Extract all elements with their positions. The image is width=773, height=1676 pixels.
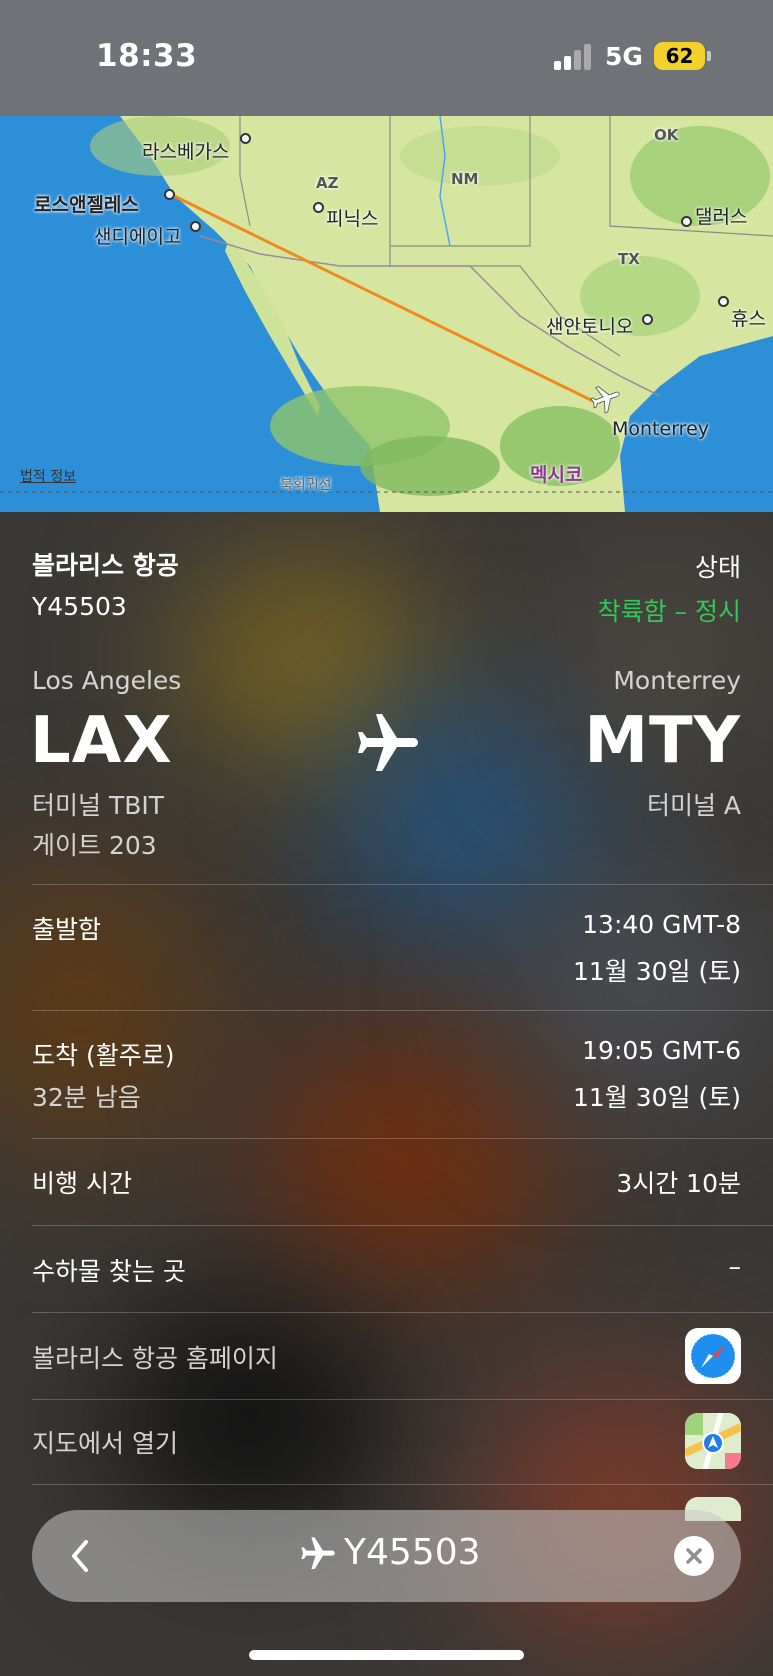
safari-icon[interactable] — [685, 1328, 741, 1384]
map-label-ok: OK — [654, 126, 679, 144]
airplane-icon — [586, 382, 626, 416]
city-dot-dallas — [681, 216, 692, 227]
map-label-las-vegas: 라스베가스 — [142, 141, 230, 163]
arrival-date: 11월 30일 (토) — [572, 1083, 741, 1112]
city-dot-las-vegas — [240, 133, 251, 144]
baggage-value: – — [728, 1252, 742, 1281]
map-label-mexico: 멕시코 — [530, 464, 583, 486]
map-label-tropic: 북회귀선 — [280, 477, 332, 493]
divider — [32, 1138, 773, 1139]
battery-icon: 62 — [654, 42, 705, 70]
city-dot-phoenix — [313, 202, 324, 213]
origin-code: LAX — [30, 704, 173, 778]
map-graphic — [0, 116, 773, 512]
duration-value: 3시간 10분 — [616, 1169, 741, 1198]
origin-gate: 게이트 203 — [32, 831, 157, 860]
home-indicator[interactable] — [249, 1650, 524, 1660]
city-dot-san-antonio — [642, 314, 653, 325]
network-type: 5G — [605, 42, 643, 71]
map-label-san-antonio: 샌안토니오 — [546, 316, 634, 338]
baggage-label: 수하물 찾는 곳 — [32, 1257, 186, 1286]
destination-city: Monterrey — [613, 666, 741, 695]
departed-label: 출발함 — [32, 915, 102, 944]
duration-label: 비행 시간 — [32, 1169, 132, 1198]
flight-number: Y45503 — [32, 592, 127, 621]
departed-date: 11월 30일 (토) — [572, 957, 741, 986]
search-bar[interactable]: Y45503 — [32, 1510, 741, 1602]
arrival-label: 도착 (활주로) — [32, 1041, 175, 1070]
flight-direction-icon — [352, 708, 424, 780]
map-label-los-angeles: 로스앤젤레스 — [34, 194, 139, 216]
open-in-maps-label: 지도에서 열기 — [32, 1429, 178, 1458]
destination-terminal: 터미널 A — [646, 791, 741, 820]
map-label-az: AZ — [316, 174, 339, 192]
divider — [32, 1010, 773, 1011]
maps-app-icon[interactable] — [685, 1413, 741, 1469]
city-dot-san-diego — [190, 221, 201, 232]
city-dot-houston — [718, 296, 729, 307]
divider — [32, 884, 773, 885]
status-value: 착륙함 – 정시 — [597, 597, 741, 626]
flight-icon — [298, 1534, 338, 1574]
arrival-time: 19:05 GMT-6 — [582, 1036, 741, 1065]
airline-homepage-label: 볼라리스 항공 홈페이지 — [32, 1344, 278, 1373]
arrival-remaining: 32분 남음 — [32, 1083, 141, 1112]
battery-cap — [707, 51, 711, 61]
divider — [32, 1484, 773, 1485]
origin-terminal: 터미널 TBIT — [32, 791, 165, 820]
map-label-houston: 휴스 — [731, 308, 766, 330]
departed-time: 13:40 GMT-8 — [582, 910, 741, 939]
map-label-dallas: 댈러스 — [695, 206, 748, 228]
city-dot-los-angeles — [164, 189, 175, 200]
airline-name: 볼라리스 항공 — [32, 551, 179, 580]
open-in-maps-row[interactable]: 지도에서 열기 — [0, 1400, 773, 1484]
origin-city: Los Angeles — [32, 666, 182, 695]
cellular-signal-icon — [554, 44, 594, 70]
map-label-phoenix: 피닉스 — [326, 208, 379, 230]
status-time: 18:33 — [96, 38, 198, 74]
search-query[interactable]: Y45503 — [344, 1532, 481, 1573]
status-bar: 18:33 5G 62 — [0, 0, 773, 116]
legal-info-link[interactable]: 법적 정보 — [20, 466, 76, 486]
status-label: 상태 — [694, 553, 741, 582]
map-label-nm: NM — [451, 170, 479, 188]
map-label-monterrey: Monterrey — [612, 418, 710, 440]
map-label-san-diego: 샌디에이고 — [94, 226, 182, 248]
destination-code: MTY — [584, 704, 741, 778]
airline-homepage-row[interactable]: 볼라리스 항공 홈페이지 — [0, 1313, 773, 1399]
divider — [32, 1225, 773, 1226]
clear-search-icon[interactable] — [674, 1536, 714, 1576]
flight-map[interactable]: 라스베가스 로스앤젤레스 샌디에이고 AZ 피닉스 NM OK 댈러스 TX 샌… — [0, 116, 773, 512]
back-chevron-icon[interactable] — [68, 1538, 92, 1574]
map-label-tx: TX — [618, 250, 640, 268]
